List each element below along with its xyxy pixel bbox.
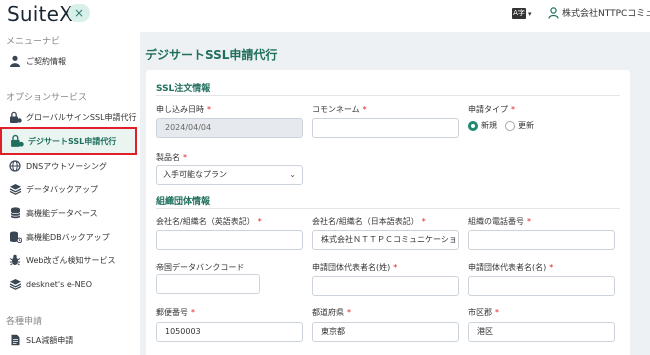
sidebar-item-hp-database[interactable]: 高機能データベース <box>0 202 140 224</box>
sidebar-item-contract-info[interactable]: ご契約情報 <box>0 50 140 72</box>
apply-type-label: 申請タイプ * <box>468 105 515 114</box>
user-name: 株式会社NTTPCコミュニ <box>562 9 650 19</box>
layers-icon <box>8 182 22 196</box>
divider <box>156 95 620 96</box>
lock-user-icon <box>10 134 24 148</box>
prefecture-label: 都道府県 * <box>312 308 351 317</box>
sidebar-item-label: ご契約情報 <box>26 56 66 66</box>
common-name-label: コモンネーム * <box>312 105 367 114</box>
database-backup-icon <box>8 230 22 244</box>
main-content: デジサートSSL申請代行 SSL注文情報 申し込み日時 * 2024/04/04 … <box>140 32 650 355</box>
language-switcher[interactable]: A字 ▾ <box>512 8 532 19</box>
globe-icon <box>8 159 22 173</box>
sidebar-item-label: グローバルサインSSL申請代行 <box>26 112 137 122</box>
sidebar-item-label: 高機能DBバックアップ <box>26 232 110 242</box>
rep-last-name-input[interactable] <box>312 276 459 296</box>
rep-first-name-label: 申請団体代表者名(名) * <box>468 263 554 272</box>
sidebar-item-sla-reduction[interactable]: SLA減額申請 <box>0 329 140 351</box>
sidebar-item-digicert-ssl[interactable]: デジサートSSL申請代行 <box>0 127 137 155</box>
apply-type-renew-radio[interactable] <box>505 120 515 131</box>
apply-type-renew-label[interactable]: 更新 <box>518 120 534 131</box>
org-section-title: 組織団体情報 <box>156 197 211 207</box>
org-phone-input[interactable] <box>468 230 615 250</box>
ssl-section-title: SSL注文情報 <box>156 84 211 94</box>
sidebar-item-hp-db-backup[interactable]: 高機能DBバックアップ <box>0 226 140 248</box>
close-menu-button[interactable]: × <box>68 4 90 22</box>
sidebar-item-web-tamper-detection[interactable]: Web改ざん検知サービス <box>0 249 140 271</box>
product-select-value: 入手可能なプラン <box>163 170 227 179</box>
chevron-down-icon: ▾ <box>528 9 532 18</box>
user-menu[interactable]: 株式会社NTTPCコミュニ <box>548 6 650 19</box>
org-phone-label: 組織の電話番号 * <box>468 217 531 226</box>
user-icon <box>548 6 559 19</box>
sidebar-item-label: DNSアウトソーシング <box>26 161 108 171</box>
duns-code-input[interactable] <box>156 274 260 294</box>
product-select[interactable]: 入手可能なプラン ⌄ <box>156 165 303 185</box>
apply-type-radio-group: 新規 更新 <box>468 120 542 131</box>
layers-icon <box>8 277 22 291</box>
form-card: SSL注文情報 申し込み日時 * 2024/04/04 コモンネーム * 申請タイプ… <box>146 70 630 355</box>
person-icon <box>8 54 22 68</box>
bug-icon <box>8 253 22 267</box>
sidebar-item-label: desknet's e-NEO <box>26 279 92 289</box>
language-icon: A字 <box>512 8 526 19</box>
sidebar-item-label: デジサートSSL申請代行 <box>28 136 117 146</box>
sidebar-item-data-backup[interactable]: データバックアップ <box>0 178 140 200</box>
sidebar-item-label: Web改ざん検知サービス <box>26 255 116 265</box>
product-label: 製品名 * <box>156 153 187 162</box>
options-title: オプションサービス <box>6 93 88 103</box>
org-name-en-label: 会社名/組織名（英語表記） * <box>156 217 262 226</box>
rep-last-name-label: 申請団体代表者名(姓) * <box>312 263 398 272</box>
org-name-en-input[interactable] <box>156 230 303 250</box>
org-name-jp-label: 会社名/組織名（日本語表記） * <box>312 217 426 226</box>
document-icon <box>8 333 22 347</box>
sidebar-item-label: データバックアップ <box>26 184 98 194</box>
apply-type-new-label[interactable]: 新規 <box>481 120 497 131</box>
sidebar-item-label: SLA減額申請 <box>26 335 74 345</box>
city-label: 市区郡 * <box>468 308 499 317</box>
app-logo[interactable]: SuiteX <box>7 2 73 26</box>
menu-nav-title: メニューナビ <box>6 37 61 47</box>
database-icon <box>8 206 22 220</box>
duns-code-label: 帝国データバンクコード <box>156 263 245 272</box>
common-name-input[interactable] <box>312 118 459 138</box>
app-header: SuiteX × A字 ▾ 株式会社NTTPCコミュニ <box>0 0 650 32</box>
divider <box>156 208 620 209</box>
sidebar-item-globalsign-ssl[interactable]: グローバルサインSSL申請代行 <box>0 106 140 128</box>
sidebar-item-label: 高機能データベース <box>26 208 98 218</box>
chevron-down-icon: ⌄ <box>289 170 296 179</box>
page-title: デジサートSSL申請代行 <box>145 48 278 62</box>
city-input[interactable]: 港区 <box>468 322 615 342</box>
apply-type-new-radio[interactable] <box>468 120 478 131</box>
apply-date-field: 2024/04/04 <box>156 118 303 138</box>
lock-user-icon <box>8 110 22 124</box>
org-name-jp-input[interactable]: 株式会社ＮＴＴＰＣコミュニケーションズ <box>312 230 459 250</box>
postal-code-input[interactable]: 1050003 <box>156 322 303 342</box>
rep-first-name-input[interactable] <box>468 276 615 296</box>
sidebar-item-desknets[interactable]: desknet's e-NEO <box>0 273 140 295</box>
applications-title: 各種申請 <box>6 317 43 327</box>
prefecture-input[interactable]: 東京都 <box>312 322 459 342</box>
sidebar: メニューナビ ご契約情報 オプションサービス グローバルサインSSL申請代行 デ… <box>0 32 140 355</box>
apply-date-label: 申し込み日時 * <box>156 105 211 114</box>
sidebar-item-dns-outsourcing[interactable]: DNSアウトソーシング <box>0 155 140 177</box>
postal-code-label: 郵便番号 * <box>156 308 195 317</box>
